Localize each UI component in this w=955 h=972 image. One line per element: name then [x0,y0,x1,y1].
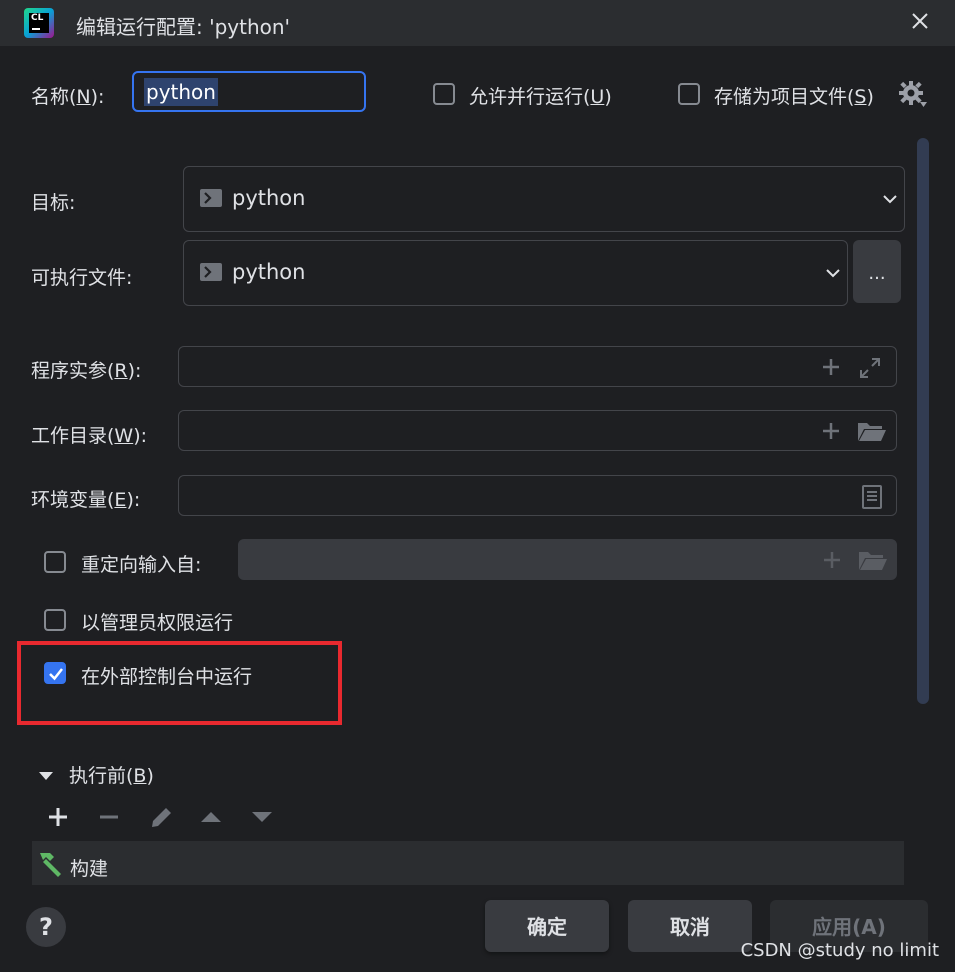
help-button[interactable]: ? [26,907,66,947]
program-args-label: 程序实参(R): [31,360,142,382]
browse-executable-button[interactable]: ... [853,240,901,303]
executable-value: python [232,260,306,284]
remove-icon[interactable] [97,805,121,833]
target-value: python [232,186,306,210]
program-args-input[interactable] [178,346,897,387]
run-as-admin-checkbox[interactable] [44,609,66,631]
document-icon[interactable] [861,485,883,513]
watermark-text: CSDN @study no limit [740,940,939,961]
edit-pencil-icon[interactable] [148,805,174,835]
name-input-value: python [144,78,218,106]
vertical-scrollbar[interactable] [917,138,929,704]
redirect-input-field [238,539,897,580]
folder-icon[interactable] [857,420,887,446]
clion-logo-icon: CL [24,8,54,38]
cancel-button[interactable]: 取消 [628,900,752,952]
window-title: 编辑运行配置: 'python' [76,15,291,39]
store-as-project-file-label[interactable]: 存储为项目文件(S) [714,82,874,109]
env-vars-input[interactable] [178,475,897,516]
terminal-icon [200,263,222,281]
collapse-triangle-icon[interactable] [38,767,54,786]
chevron-down-icon [823,265,843,284]
run-as-admin-label[interactable]: 以管理员权限运行 [81,608,233,635]
name-input[interactable]: python [132,71,366,112]
plus-icon [821,549,843,575]
redirect-input-label[interactable]: 重定向输入自: [81,550,201,577]
executable-combobox[interactable]: python [183,240,848,306]
ok-button[interactable]: 确定 [485,900,609,952]
executable-label: 可执行文件: [31,267,133,289]
chevron-down-icon [880,191,900,210]
working-dir-label: 工作目录(W): [31,425,148,447]
app-icon-text: CL [31,13,44,23]
plus-icon[interactable] [820,356,842,382]
close-icon[interactable] [905,6,935,36]
hammer-icon [34,851,64,881]
name-label: 名称(N): [31,86,105,108]
annotation-highlight-box [17,641,342,725]
task-name: 构建 [70,858,109,880]
target-combobox[interactable]: python [183,166,905,232]
title-bar: CL 编辑运行配置: 'python' [0,0,955,46]
allow-parallel-label[interactable]: 允许并行运行(U) [469,82,612,109]
working-dir-input[interactable] [178,410,897,451]
target-label: 目标: [31,192,76,214]
gear-icon[interactable] [898,80,928,112]
allow-parallel-checkbox[interactable] [433,83,455,105]
terminal-icon [200,189,222,207]
store-as-project-file-checkbox[interactable] [678,83,700,105]
before-launch-task-list: 构建 [32,841,904,885]
move-up-icon[interactable] [199,805,223,833]
plus-icon[interactable] [820,420,842,446]
redirect-input-checkbox[interactable] [44,551,66,573]
add-icon[interactable] [46,805,70,833]
env-vars-label: 环境变量(E): [31,489,141,511]
move-down-icon[interactable] [250,805,274,833]
folder-icon [858,549,888,575]
expand-icon[interactable] [858,356,882,384]
before-launch-label[interactable]: 执行前(B) [69,761,154,788]
